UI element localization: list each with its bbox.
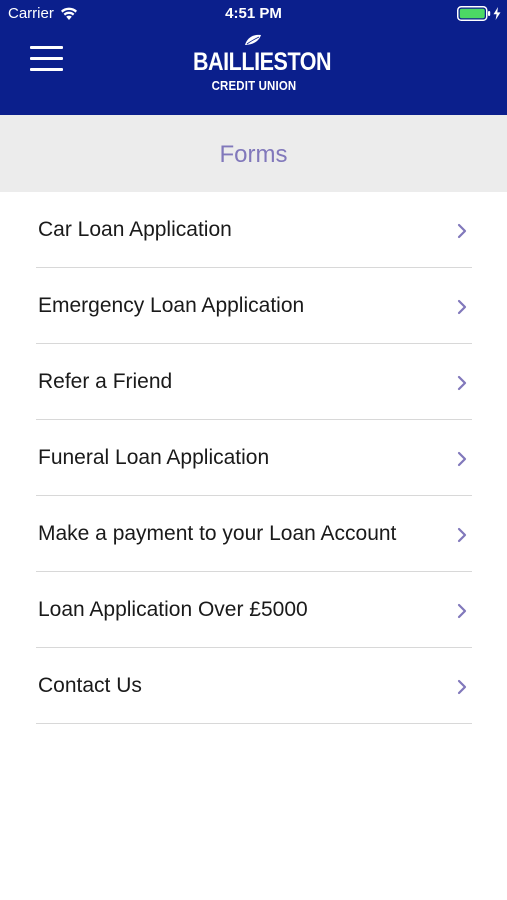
menu-bar-line xyxy=(30,68,63,71)
list-item-contact-us[interactable]: Contact Us xyxy=(0,648,507,724)
list-item-make-a-payment[interactable]: Make a payment to your Loan Account xyxy=(0,496,507,572)
list-item-loan-application-over-5000[interactable]: Loan Application Over £5000 xyxy=(0,572,507,648)
chevron-right-icon xyxy=(457,451,467,467)
list-item-label: Make a payment to your Loan Account xyxy=(38,522,397,545)
forms-list: Car Loan Application Emergency Loan Appl… xyxy=(0,192,507,724)
chevron-right-icon xyxy=(457,679,467,695)
list-item-label: Refer a Friend xyxy=(38,370,173,393)
page-title-band: Forms xyxy=(0,115,507,192)
list-item-refer-a-friend[interactable]: Refer a Friend xyxy=(0,344,507,420)
battery-indicator xyxy=(457,6,501,21)
list-item-label: Funeral Loan Application xyxy=(38,446,270,469)
status-bar: Carrier 4:51 PM xyxy=(0,0,507,28)
brand-logo: BAILLIESTON CREDIT UNION xyxy=(183,34,332,96)
row-divider xyxy=(36,722,472,724)
chevron-right-icon xyxy=(457,375,467,391)
charging-bolt-icon xyxy=(493,7,501,20)
app-header: Carrier 4:51 PM BAILLIESTON CREDIT UNION xyxy=(0,0,507,115)
chevron-right-icon xyxy=(457,527,467,543)
logo-name: BAILLIESTON xyxy=(192,48,332,76)
chevron-right-icon xyxy=(457,299,467,315)
list-item-funeral-loan-application[interactable]: Funeral Loan Application xyxy=(0,420,507,496)
logo-subtitle: CREDIT UNION xyxy=(211,78,297,93)
list-item-label: Car Loan Application xyxy=(38,218,232,241)
chevron-right-icon xyxy=(457,603,467,619)
list-item-label: Emergency Loan Application xyxy=(38,294,305,317)
chevron-right-icon xyxy=(457,223,467,239)
leaf-icon xyxy=(245,34,261,45)
hamburger-menu-icon[interactable] xyxy=(30,46,63,72)
list-item-label: Loan Application Over £5000 xyxy=(38,598,308,621)
menu-bar-line xyxy=(30,46,63,49)
list-item-car-loan-application[interactable]: Car Loan Application xyxy=(0,192,507,268)
status-time: 4:51 PM xyxy=(225,5,282,22)
list-item-emergency-loan-application[interactable]: Emergency Loan Application xyxy=(0,268,507,344)
menu-bar-line xyxy=(30,57,63,60)
battery-icon xyxy=(457,6,491,21)
list-item-label: Contact Us xyxy=(38,674,142,697)
page-title: Forms xyxy=(219,141,288,168)
